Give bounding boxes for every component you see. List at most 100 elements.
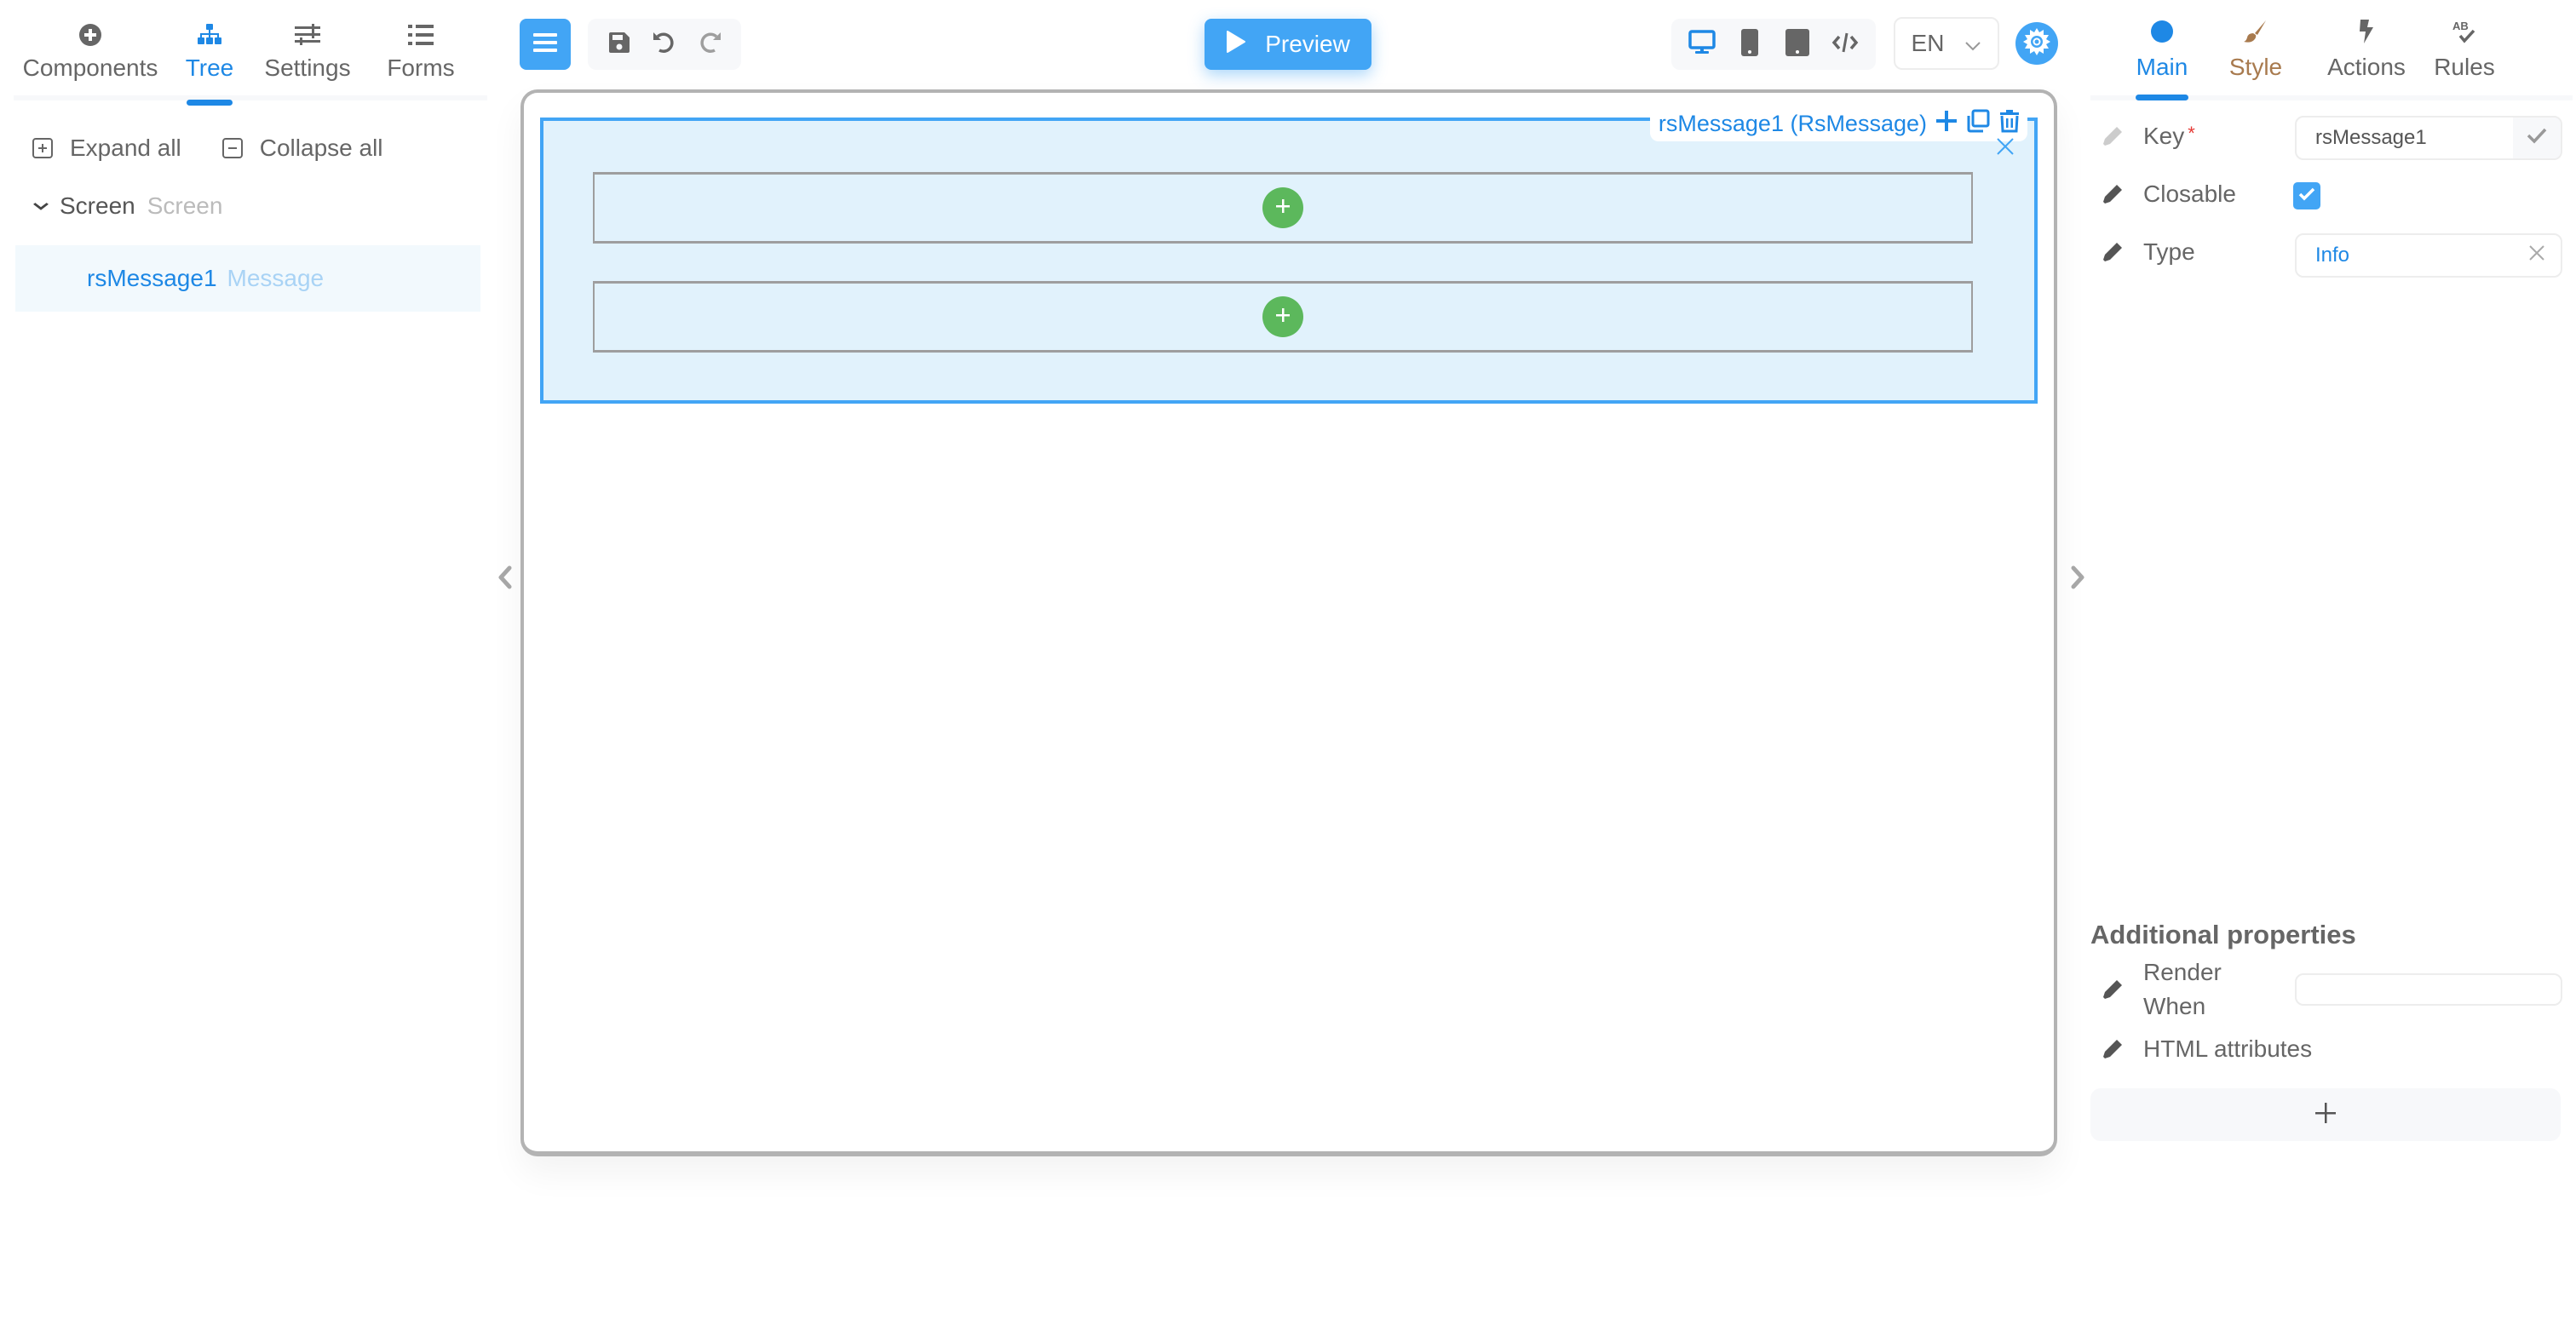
tab-tree[interactable]: Tree <box>167 0 252 100</box>
tab-actions[interactable]: Actions <box>2324 0 2409 95</box>
tree-actions: Expand all Collapse all <box>32 135 383 162</box>
sitemap-icon <box>195 20 224 49</box>
delete-component-button[interactable] <box>1998 109 2021 139</box>
pen-icon[interactable] <box>2101 182 2125 206</box>
tab-label: Components <box>22 54 158 81</box>
list-icon <box>406 20 435 49</box>
pen-icon[interactable] <box>2101 978 2125 1001</box>
sliders-icon <box>293 20 322 49</box>
tab-label: Style <box>2228 54 2283 80</box>
expand-all-button[interactable]: Expand all <box>32 135 181 162</box>
undo-icon <box>651 29 678 60</box>
key-value: rsMessage1 <box>2315 126 2427 149</box>
device-toolbar <box>1671 19 1876 70</box>
preview-label: Preview <box>1265 31 1350 57</box>
required-mark: * <box>2188 123 2195 144</box>
bolt-icon <box>2357 19 2376 49</box>
tab-label: Tree <box>185 54 234 81</box>
tab-forms[interactable]: Forms <box>363 0 479 100</box>
pen-icon[interactable] <box>2101 240 2125 264</box>
chevron-down-icon <box>1964 30 1981 57</box>
prop-html-attributes: HTML attributes <box>2101 1035 2365 1063</box>
add-child-button[interactable] <box>1262 296 1303 337</box>
preview-button[interactable]: Preview <box>1205 19 1371 70</box>
tree-node-name: Screen <box>60 192 135 219</box>
drop-slot[interactable] <box>593 281 1973 353</box>
tree-node-name: rsMessage1 <box>87 265 217 291</box>
tab-label: Main <box>2136 54 2188 80</box>
prop-render-when: Render When <box>2101 955 2237 1024</box>
copy-icon <box>1966 109 1990 139</box>
additional-properties-title: Additional properties <box>2090 920 2356 949</box>
expand-icon <box>32 138 53 158</box>
language-value: EN <box>1911 30 1945 56</box>
prop-closable: Closable <box>2101 181 2297 208</box>
left-tabs: Components Tree Settings Forms <box>14 0 487 100</box>
rsmessage-component[interactable]: rsMessage1 (RsMessage) <box>540 106 2038 404</box>
collapse-all-label: Collapse all <box>259 135 383 161</box>
closable-checkbox[interactable] <box>2293 182 2320 209</box>
add-component-button[interactable] <box>1935 110 1958 138</box>
tree-node-screen[interactable]: Screen Screen <box>32 192 223 220</box>
component-label: rsMessage1 (RsMessage) <box>1658 110 1927 136</box>
render-when-input[interactable] <box>2295 973 2562 1006</box>
settings-button[interactable] <box>2015 22 2058 65</box>
drop-slot[interactable] <box>593 172 1973 244</box>
undo-button[interactable] <box>647 27 681 61</box>
plus-icon <box>2314 1102 2337 1128</box>
pen-icon[interactable] <box>2101 124 2125 148</box>
desktop-view-button[interactable] <box>1685 27 1719 61</box>
close-icon <box>2528 244 2545 267</box>
tab-main[interactable]: Main <box>2136 0 2188 95</box>
plus-icon <box>1274 197 1292 220</box>
key-label: Key <box>2143 123 2185 149</box>
left-panel: Components Tree Settings Forms Expand al… <box>0 0 490 1325</box>
save-button[interactable] <box>602 27 636 61</box>
tablet-icon <box>1785 28 1809 60</box>
type-select[interactable]: Info <box>2295 233 2562 278</box>
expand-all-label: Expand all <box>70 135 181 161</box>
tab-style[interactable]: Style <box>2228 0 2283 95</box>
add-attribute-button[interactable] <box>2090 1088 2561 1141</box>
svg-text:AB: AB <box>2452 20 2469 32</box>
add-icon <box>1935 110 1958 138</box>
chevron-down-icon[interactable] <box>32 197 50 216</box>
confirm-key-button[interactable] <box>2513 118 2561 158</box>
render-when-label: Render When <box>2143 959 2222 1019</box>
add-child-button[interactable] <box>1262 187 1303 228</box>
language-select[interactable]: EN <box>1894 17 1999 70</box>
brush-icon <box>2243 19 2268 49</box>
clear-type-button[interactable] <box>2513 244 2561 267</box>
collapse-all-button[interactable]: Collapse all <box>221 135 383 162</box>
redo-icon <box>696 29 723 60</box>
key-input[interactable]: rsMessage1 <box>2295 116 2562 160</box>
tab-components[interactable]: Components <box>14 0 167 100</box>
check-icon <box>2527 126 2547 150</box>
prop-type: Type <box>2101 238 2297 266</box>
mobile-view-button[interactable] <box>1733 27 1767 61</box>
tab-settings[interactable]: Settings <box>252 0 363 100</box>
tab-label: Forms <box>387 54 455 81</box>
tablet-view-button[interactable] <box>1780 27 1814 61</box>
html-attributes-label: HTML attributes <box>2143 1035 2313 1062</box>
history-toolbar <box>588 19 741 70</box>
tree-node-type: Message <box>227 265 325 291</box>
menu-button[interactable] <box>520 19 571 70</box>
tab-rules[interactable]: AB Rules <box>2434 0 2495 95</box>
chevron-left-icon <box>497 565 513 594</box>
redo-button[interactable] <box>693 27 727 61</box>
floppy-disk-icon <box>607 31 631 59</box>
right-tabs: Main Style Actions AB Rules <box>2090 0 2573 100</box>
tab-label: Settings <box>264 54 351 81</box>
mobile-icon <box>1741 28 1758 60</box>
copy-component-button[interactable] <box>1966 109 1990 139</box>
closable-label: Closable <box>2143 181 2236 207</box>
spellcheck-icon: AB <box>2451 19 2478 49</box>
collapse-left-panel-button[interactable] <box>492 562 518 596</box>
tree-node-rsmessage1[interactable]: rsMessage1 Message <box>15 245 480 312</box>
code-view-button[interactable] <box>1828 27 1862 61</box>
gear-icon <box>2021 26 2053 62</box>
pen-icon[interactable] <box>2101 1037 2125 1061</box>
close-icon[interactable] <box>1995 136 2015 157</box>
tree-node-type: Screen <box>147 192 223 219</box>
